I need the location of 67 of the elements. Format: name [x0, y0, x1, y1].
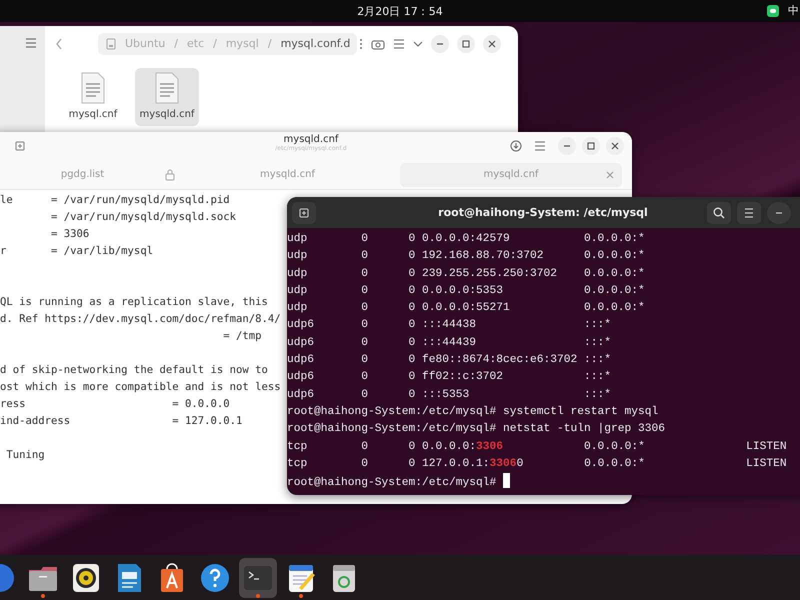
path-segment[interactable]: etc	[186, 36, 204, 52]
terminal-line: udp 0 0 239.255.255.250:3702 0.0.0.0:*	[287, 266, 646, 282]
menu-icon[interactable]	[25, 38, 37, 48]
search-button[interactable]	[707, 202, 731, 224]
editor-tab[interactable]: mysqld.cnf	[175, 162, 400, 186]
code-line: = 3306	[50, 227, 90, 242]
code-line: Tuning	[5, 448, 45, 463]
close-button[interactable]	[483, 35, 501, 53]
path-segment[interactable]: mysql	[226, 36, 259, 52]
terminal-line: udp6 0 0 fe80::8674:8cec:e6:3702 :::*	[287, 352, 612, 368]
menu-icon	[744, 208, 754, 218]
terminal-line: udp6 0 0 ff02::c:3702 :::*	[287, 370, 612, 386]
terminal-line: tcp 0 0 0.0.0.0:3306 0.0.0.0:* LISTEN	[287, 440, 788, 455]
terminal-line: udp 0 0 0.0.0.0:42579 0.0.0.0:*	[287, 232, 646, 247]
document-icon	[80, 72, 106, 104]
editor-tab[interactable]: pgdg.list	[0, 162, 165, 186]
terminal-line: udp6 0 0 :::5353 :::*	[287, 388, 612, 403]
terminal-line: udp 0 0 192.168.88.70:3702 0.0.0.0:*	[287, 248, 646, 264]
terminal-line: tcp 0 0 127.0.0.1:33060 0.0.0.0:* LISTEN	[287, 456, 788, 472]
terminal-icon[interactable]	[239, 558, 277, 598]
input-method-indicator[interactable]: 中	[788, 3, 799, 20]
code-line: = /tmp	[222, 329, 262, 344]
code-line: = /var/run/mysqld/mysqld.sock	[50, 210, 236, 225]
code-line: d of skip-networking the default is now to	[0, 363, 268, 378]
new-tab-icon	[299, 208, 309, 218]
code-line: d. Ref https://dev.mysql.com/doc/refman/8.4/	[0, 312, 281, 327]
new-tab-button[interactable]	[292, 202, 316, 224]
path-separator: /	[268, 36, 272, 52]
terminal-line: root@haihong-System:/etc/mysql# netstat -tuln |grep 3306	[287, 422, 666, 438]
file-item[interactable]: mysql.cnf	[61, 68, 125, 126]
maximize-button[interactable]	[457, 35, 475, 53]
code-line: ind-address = 127.0.0.1	[0, 414, 242, 429]
menu-button[interactable]	[737, 202, 761, 224]
list-view-icon[interactable]	[393, 39, 405, 49]
code-line: le = /var/run/mysqld/mysqld.pid	[0, 193, 230, 208]
download-icon[interactable]	[510, 140, 522, 152]
close-button[interactable]	[606, 137, 624, 155]
lock-icon	[165, 168, 175, 180]
terminal-line: root@haihong-System:/etc/mysql#	[287, 473, 800, 490]
terminal-line: udp6 0 0 :::44439 :::*	[287, 336, 612, 351]
menu-icon[interactable]	[534, 141, 546, 151]
new-tab-icon[interactable]	[15, 141, 25, 151]
code-line: r = /var/lib/mysql	[0, 244, 154, 259]
code-line: ost which is more compatible and is not less	[0, 380, 281, 395]
date-time[interactable]: 2月20日 17：54	[357, 4, 443, 20]
terminal-line: udp 0 0 0.0.0.0:5353 0.0.0.0:*	[287, 284, 646, 299]
code-line: ress = 0.0.0.0	[0, 397, 230, 412]
terminal-line: udp 0 0 0.0.0.0:55271 0.0.0.0:*	[287, 300, 646, 316]
more-icon[interactable]	[359, 38, 364, 50]
editor-tab[interactable]: mysqld.cnf	[400, 162, 622, 186]
document-icon	[154, 72, 180, 104]
path-separator: /	[174, 36, 178, 52]
code-line: QL is running as a replication slave, this	[0, 295, 268, 310]
terminal-line: root@haihong-System:/etc/mysql# systemctl restart mysql	[287, 404, 660, 420]
maximize-button[interactable]	[582, 137, 600, 155]
chevron-down-icon[interactable]	[413, 41, 423, 47]
file-name: mysql.cnf	[68, 108, 118, 122]
path-separator: /	[213, 36, 217, 52]
window-title: root@haihong-System: /etc/mysql	[438, 205, 648, 221]
chat-icon[interactable]	[766, 4, 780, 18]
path-segment[interactable]: Ubuntu	[125, 36, 166, 52]
file-name: mysqld.cnf	[140, 108, 194, 122]
window-title: mysqld.cnf	[284, 135, 339, 145]
path-segment[interactable]: mysql.conf.d	[280, 36, 350, 52]
terminal-line: udp6 0 0 :::44438 :::*	[287, 318, 612, 334]
search-icon	[713, 207, 725, 219]
file-item[interactable]: mysqld.cnf	[135, 68, 199, 126]
